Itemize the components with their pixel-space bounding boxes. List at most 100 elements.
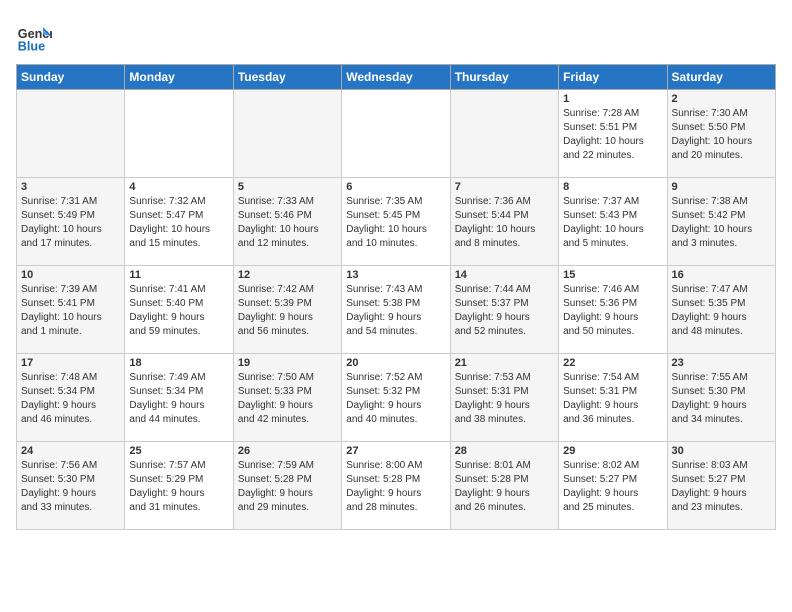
day-info: Sunrise: 7:49 AM Sunset: 5:34 PM Dayligh… [129, 371, 228, 427]
weekday-header-row: SundayMondayTuesdayWednesdayThursdayFrid… [17, 65, 776, 90]
calendar-cell: 16 Sunrise: 7:47 AM Sunset: 5:35 PM Dayli… [667, 266, 775, 354]
day-info: Sunrise: 7:54 AM Sunset: 5:31 PM Dayligh… [563, 371, 662, 427]
day-info: Sunrise: 7:30 AM Sunset: 5:50 PM Dayligh… [672, 107, 771, 163]
day-number: 22 [563, 357, 662, 369]
weekday-header-saturday: Saturday [667, 65, 775, 90]
day-number: 11 [129, 269, 228, 281]
calendar-cell: 11 Sunrise: 7:41 AM Sunset: 5:40 PM Dayli… [125, 266, 233, 354]
calendar-cell: 12 Sunrise: 7:42 AM Sunset: 5:39 PM Dayli… [233, 266, 341, 354]
day-info: Sunrise: 7:36 AM Sunset: 5:44 PM Dayligh… [455, 195, 554, 251]
day-number: 4 [129, 181, 228, 193]
calendar-cell: 17 Sunrise: 7:48 AM Sunset: 5:34 PM Dayli… [17, 354, 125, 442]
day-number: 19 [238, 357, 337, 369]
day-number: 21 [455, 357, 554, 369]
day-number: 7 [455, 181, 554, 193]
calendar-cell: 24 Sunrise: 7:56 AM Sunset: 5:30 PM Dayli… [17, 442, 125, 530]
calendar-cell: 4Sunrise: 7:32 AM Sunset: 5:47 PM Daylig… [125, 178, 233, 266]
calendar-cell: 8Sunrise: 7:37 AM Sunset: 5:43 PM Daylig… [559, 178, 667, 266]
calendar-cell [125, 90, 233, 178]
day-number: 2 [672, 93, 771, 105]
day-number: 26 [238, 445, 337, 457]
day-info: Sunrise: 7:31 AM Sunset: 5:49 PM Dayligh… [21, 195, 120, 251]
day-number: 23 [672, 357, 771, 369]
day-number: 15 [563, 269, 662, 281]
day-info: Sunrise: 7:35 AM Sunset: 5:45 PM Dayligh… [346, 195, 445, 251]
day-info: Sunrise: 8:03 AM Sunset: 5:27 PM Dayligh… [672, 459, 771, 515]
day-info: Sunrise: 7:47 AM Sunset: 5:35 PM Dayligh… [672, 283, 771, 339]
day-info: Sunrise: 7:59 AM Sunset: 5:28 PM Dayligh… [238, 459, 337, 515]
day-number: 24 [21, 445, 120, 457]
day-info: Sunrise: 7:43 AM Sunset: 5:38 PM Dayligh… [346, 283, 445, 339]
day-number: 1 [563, 93, 662, 105]
day-info: Sunrise: 7:42 AM Sunset: 5:39 PM Dayligh… [238, 283, 337, 339]
day-number: 20 [346, 357, 445, 369]
page-container: General Blue SundayMondayTuesdayWednesda… [16, 16, 776, 530]
day-info: Sunrise: 7:50 AM Sunset: 5:33 PM Dayligh… [238, 371, 337, 427]
calendar-cell: 7 Sunrise: 7:36 AM Sunset: 5:44 PM Daylig… [450, 178, 558, 266]
calendar-week-1: 1 Sunrise: 7:28 AM Sunset: 5:51 PM Daylig… [17, 90, 776, 178]
calendar-cell [450, 90, 558, 178]
day-info: Sunrise: 7:56 AM Sunset: 5:30 PM Dayligh… [21, 459, 120, 515]
calendar-cell [233, 90, 341, 178]
header: General Blue [16, 16, 776, 56]
day-number: 25 [129, 445, 228, 457]
calendar-cell: 14Sunrise: 7:44 AM Sunset: 5:37 PM Dayli… [450, 266, 558, 354]
day-info: Sunrise: 7:52 AM Sunset: 5:32 PM Dayligh… [346, 371, 445, 427]
svg-text:Blue: Blue [18, 40, 45, 54]
logo: General Blue [16, 20, 56, 56]
day-info: Sunrise: 7:38 AM Sunset: 5:42 PM Dayligh… [672, 195, 771, 251]
day-number: 16 [672, 269, 771, 281]
day-number: 18 [129, 357, 228, 369]
calendar-week-3: 10Sunrise: 7:39 AM Sunset: 5:41 PM Dayli… [17, 266, 776, 354]
calendar-cell: 5Sunrise: 7:33 AM Sunset: 5:46 PM Daylig… [233, 178, 341, 266]
day-info: Sunrise: 7:39 AM Sunset: 5:41 PM Dayligh… [21, 283, 120, 339]
day-info: Sunrise: 8:01 AM Sunset: 5:28 PM Dayligh… [455, 459, 554, 515]
calendar-cell: 15 Sunrise: 7:46 AM Sunset: 5:36 PM Dayli… [559, 266, 667, 354]
weekday-header-wednesday: Wednesday [342, 65, 450, 90]
calendar-week-2: 3 Sunrise: 7:31 AM Sunset: 5:49 PM Daylig… [17, 178, 776, 266]
day-info: Sunrise: 7:55 AM Sunset: 5:30 PM Dayligh… [672, 371, 771, 427]
day-number: 17 [21, 357, 120, 369]
calendar-cell [342, 90, 450, 178]
day-number: 13 [346, 269, 445, 281]
weekday-header-sunday: Sunday [17, 65, 125, 90]
day-number: 6 [346, 181, 445, 193]
day-number: 28 [455, 445, 554, 457]
day-number: 12 [238, 269, 337, 281]
calendar-cell: 6 Sunrise: 7:35 AM Sunset: 5:45 PM Daylig… [342, 178, 450, 266]
calendar-cell: 28 Sunrise: 8:01 AM Sunset: 5:28 PM Dayli… [450, 442, 558, 530]
calendar-cell: 20 Sunrise: 7:52 AM Sunset: 5:32 PM Dayli… [342, 354, 450, 442]
calendar-table: SundayMondayTuesdayWednesdayThursdayFrid… [16, 64, 776, 530]
calendar-cell: 22 Sunrise: 7:54 AM Sunset: 5:31 PM Dayli… [559, 354, 667, 442]
day-number: 8 [563, 181, 662, 193]
day-info: Sunrise: 7:57 AM Sunset: 5:29 PM Dayligh… [129, 459, 228, 515]
day-info: Sunrise: 7:33 AM Sunset: 5:46 PM Dayligh… [238, 195, 337, 251]
day-number: 27 [346, 445, 445, 457]
day-info: Sunrise: 7:48 AM Sunset: 5:34 PM Dayligh… [21, 371, 120, 427]
calendar-cell: 1 Sunrise: 7:28 AM Sunset: 5:51 PM Daylig… [559, 90, 667, 178]
calendar-cell: 30 Sunrise: 8:03 AM Sunset: 5:27 PM Dayli… [667, 442, 775, 530]
day-info: Sunrise: 7:53 AM Sunset: 5:31 PM Dayligh… [455, 371, 554, 427]
calendar-cell: 13 Sunrise: 7:43 AM Sunset: 5:38 PM Dayli… [342, 266, 450, 354]
day-info: Sunrise: 7:46 AM Sunset: 5:36 PM Dayligh… [563, 283, 662, 339]
weekday-header-tuesday: Tuesday [233, 65, 341, 90]
day-info: Sunrise: 8:02 AM Sunset: 5:27 PM Dayligh… [563, 459, 662, 515]
day-number: 14 [455, 269, 554, 281]
day-info: Sunrise: 7:41 AM Sunset: 5:40 PM Dayligh… [129, 283, 228, 339]
day-info: Sunrise: 8:00 AM Sunset: 5:28 PM Dayligh… [346, 459, 445, 515]
calendar-cell: 18 Sunrise: 7:49 AM Sunset: 5:34 PM Dayli… [125, 354, 233, 442]
calendar-cell: 19 Sunrise: 7:50 AM Sunset: 5:33 PM Dayli… [233, 354, 341, 442]
calendar-week-4: 17 Sunrise: 7:48 AM Sunset: 5:34 PM Dayli… [17, 354, 776, 442]
day-info: Sunrise: 7:28 AM Sunset: 5:51 PM Dayligh… [563, 107, 662, 163]
calendar-cell: 3 Sunrise: 7:31 AM Sunset: 5:49 PM Daylig… [17, 178, 125, 266]
weekday-header-thursday: Thursday [450, 65, 558, 90]
day-number: 30 [672, 445, 771, 457]
calendar-cell: 25 Sunrise: 7:57 AM Sunset: 5:29 PM Dayli… [125, 442, 233, 530]
weekday-header-friday: Friday [559, 65, 667, 90]
calendar-cell: 9Sunrise: 7:38 AM Sunset: 5:42 PM Daylig… [667, 178, 775, 266]
calendar-cell: 21 Sunrise: 7:53 AM Sunset: 5:31 PM Dayli… [450, 354, 558, 442]
weekday-header-monday: Monday [125, 65, 233, 90]
day-number: 3 [21, 181, 120, 193]
calendar-week-5: 24 Sunrise: 7:56 AM Sunset: 5:30 PM Dayli… [17, 442, 776, 530]
calendar-cell: 29Sunrise: 8:02 AM Sunset: 5:27 PM Dayli… [559, 442, 667, 530]
